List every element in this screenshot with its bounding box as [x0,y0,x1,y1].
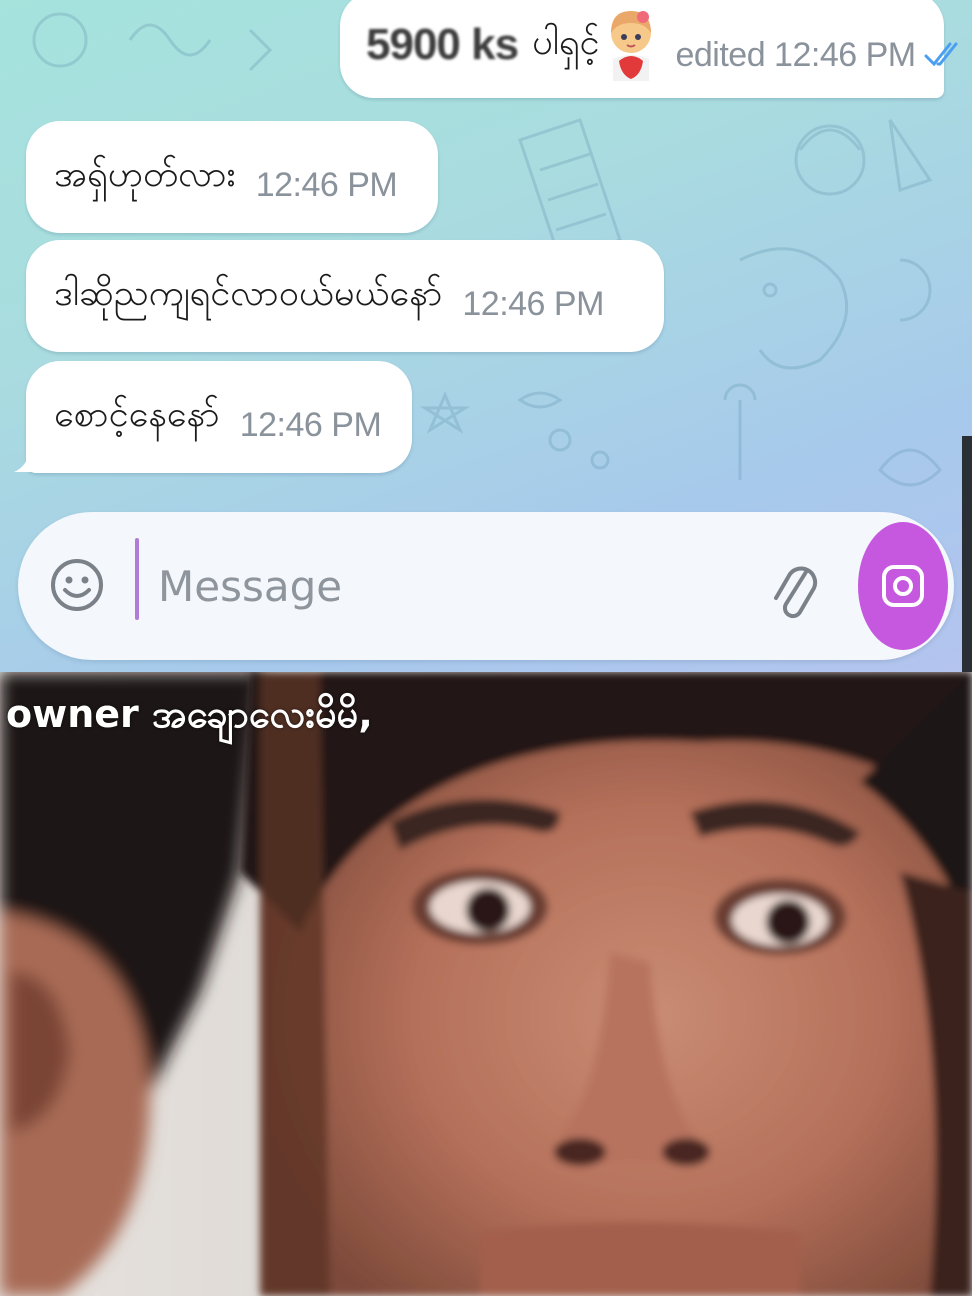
paperclip-icon [774,566,818,619]
screen: 5900 ks ပါရှင့် edited 12:46 PM အရှ်ဟုတ်… [0,0,972,1296]
attach-button[interactable] [766,548,824,628]
message-bubble-incoming[interactable]: စောင့်နေနော် 12:46 PM [26,361,412,473]
text-caret [135,538,139,620]
camera-button[interactable] [858,522,948,650]
message-text: အရှ်ဟုတ်လား [54,154,236,195]
message-bubble-incoming[interactable]: ဒါဆိုညကျရင်လာဝယ်မယ်နော် 12:46 PM [26,240,664,352]
edited-timestamp: edited 12:46 PM [675,35,916,74]
message-timestamp: 12:46 PM [239,405,382,444]
message-bubble-outgoing[interactable]: 5900 ks ပါရှင့် edited 12:46 PM [340,0,958,98]
message-bubble-incoming[interactable]: အရှ်ဟုတ်လား 12:46 PM [26,121,438,233]
reaction-image: owner အချောလေးမိမိ, [0,672,972,1296]
camera-icon [882,565,924,607]
message-text: ဒါဆိုညကျရင်လာဝယ်မယ်နော် [54,273,443,314]
man-face-closeup-image [0,672,972,1296]
message-composer [18,512,954,660]
emoji-button[interactable] [48,546,106,624]
message-timestamp: 12:46 PM [462,284,604,323]
bubble-tail [14,448,42,472]
price-text: 5900 ks [366,20,519,69]
smiley-icon [51,559,103,611]
message-text: ပါရှင့် [532,22,600,63]
chat-screen: 5900 ks ပါရှင့် edited 12:46 PM အရှ်ဟုတ်… [0,0,972,672]
double-check-icon [924,42,958,67]
message-input[interactable] [146,544,756,628]
screen-edge [962,436,972,672]
message-timestamp: 12:46 PM [255,165,398,204]
meme-caption: owner အချောလေးမိမိ, [6,692,373,736]
chibi-girl-sticker [611,11,652,81]
message-text: စောင့်နေနော် [54,394,220,435]
